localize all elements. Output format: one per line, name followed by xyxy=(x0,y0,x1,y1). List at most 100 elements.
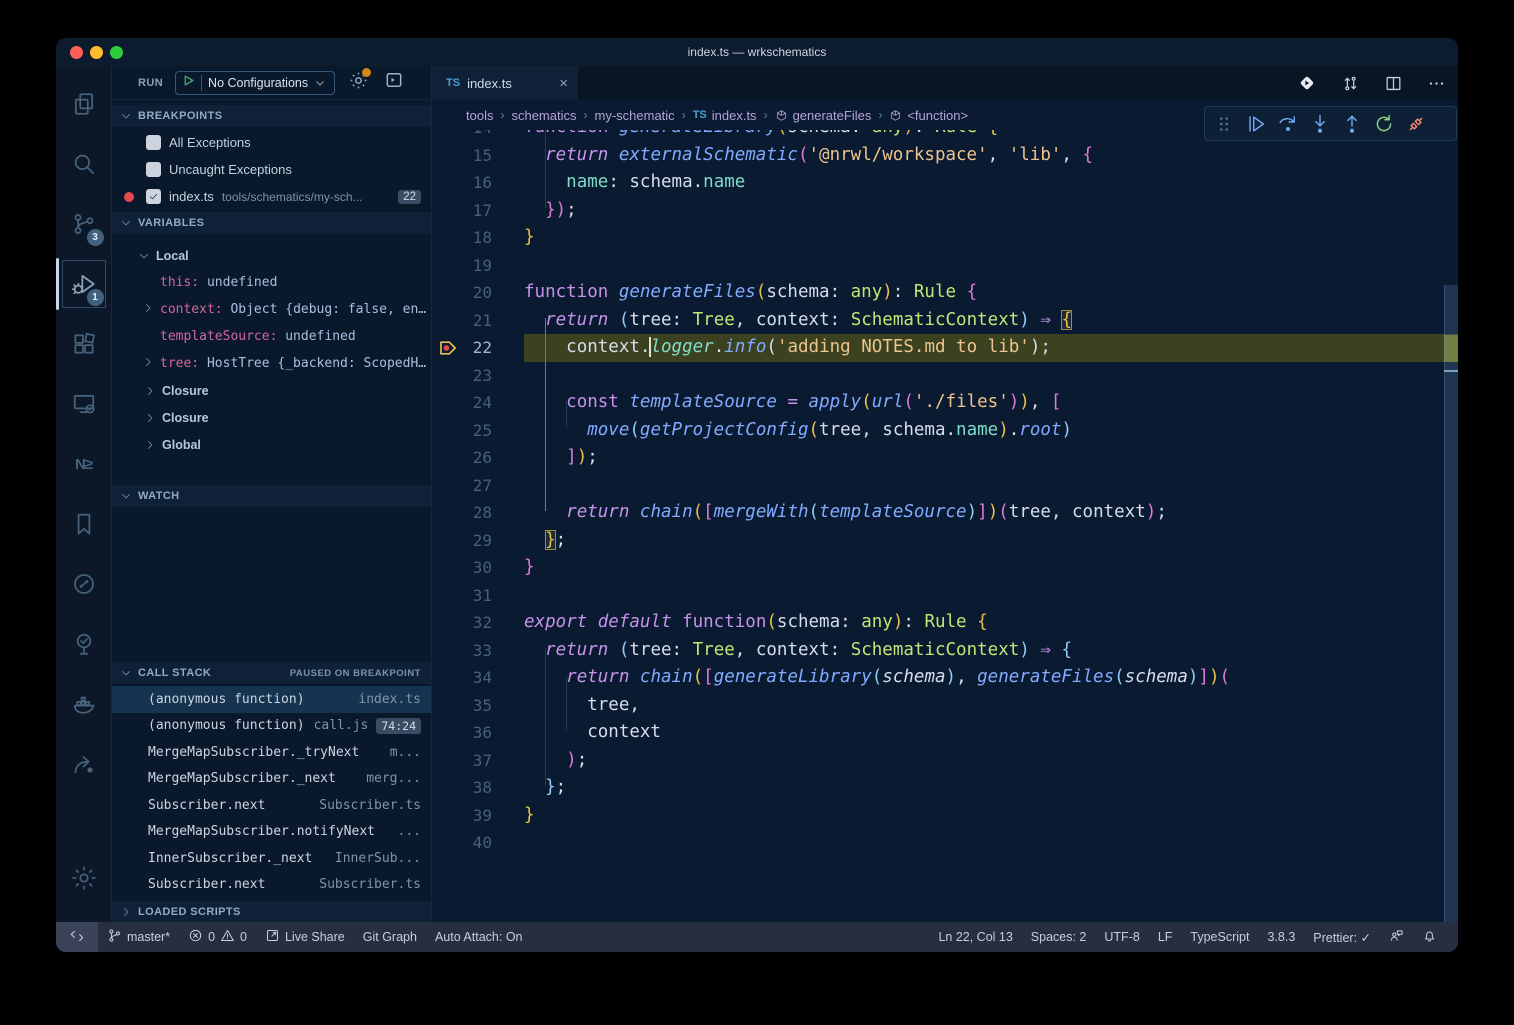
call-stack-frame[interactable]: InnerSubscriber._next InnerSub... xyxy=(112,845,431,872)
editor-gutter[interactable]: 30 xyxy=(432,554,524,582)
editor-gutter[interactable]: 34 xyxy=(432,664,524,692)
debug-settings-gear-icon[interactable] xyxy=(349,71,368,95)
debug-step-out-button[interactable] xyxy=(1341,113,1363,135)
editor-gutter[interactable]: 21 xyxy=(432,307,524,335)
code-line-23[interactable]: 23 xyxy=(432,362,1458,390)
code-line-21[interactable]: 21 return (tree: Tree, context: Schemati… xyxy=(432,307,1458,335)
breadcrumb-item[interactable]: TSindex.ts xyxy=(693,108,757,123)
section-header-watch[interactable]: WATCH xyxy=(112,485,431,507)
editor-gutter[interactable]: 27 xyxy=(432,472,524,500)
statusbar-spaces-2[interactable]: Spaces: 2 xyxy=(1022,922,1096,952)
code-line-32[interactable]: 32 export default function(schema: any):… xyxy=(432,609,1458,637)
activity-extensions-icon[interactable] xyxy=(60,314,108,374)
editor-gutter[interactable]: 35 xyxy=(432,692,524,720)
code-line-18[interactable]: 18 } xyxy=(432,224,1458,252)
activity-run-debug-icon[interactable]: 1 xyxy=(60,254,108,314)
code-line-36[interactable]: 36 context xyxy=(432,719,1458,747)
code-line-24[interactable]: 24 const templateSource = apply(url('./f… xyxy=(432,389,1458,417)
debug-step-into-button[interactable] xyxy=(1309,113,1331,135)
close-window-button[interactable] xyxy=(70,46,83,59)
editor-gutter[interactable]: 15 xyxy=(432,142,524,170)
editor-scrollbar[interactable] xyxy=(1444,130,1458,922)
editor-gutter[interactable]: 14 xyxy=(432,130,524,142)
code-line-33[interactable]: 33 return (tree: Tree, context: Schemati… xyxy=(432,637,1458,665)
debug-disconnect-button[interactable] xyxy=(1405,113,1427,135)
paused-breakpoint-icon[interactable] xyxy=(438,338,459,363)
section-header-breakpoints[interactable]: BREAKPOINTS xyxy=(112,105,431,127)
breadcrumb-item[interactable]: schematics xyxy=(511,108,576,123)
code-line-28[interactable]: 28 return chain([mergeWith(templateSourc… xyxy=(432,499,1458,527)
activity-timeline-icon[interactable] xyxy=(60,554,108,614)
toolbar-grip-icon[interactable] xyxy=(1213,113,1235,135)
call-stack-frame[interactable]: (anonymous function) call.js 74:24 xyxy=(112,713,431,740)
variable-row[interactable]: this: undefined xyxy=(112,269,431,296)
code-line-25[interactable]: 25 move(getProjectConfig(tree, schema.na… xyxy=(432,417,1458,445)
activity-source-control-icon[interactable]: 3 xyxy=(60,194,108,254)
debug-step-over-button[interactable] xyxy=(1277,113,1299,135)
editor-gutter[interactable]: 22 xyxy=(432,334,524,362)
statusbar-ln-22-col-13[interactable]: Ln 22, Col 13 xyxy=(929,922,1021,952)
breadcrumb-item[interactable]: tools xyxy=(466,108,493,123)
code-line-26[interactable]: 26 ]); xyxy=(432,444,1458,472)
variable-scope-closure[interactable]: Closure xyxy=(112,404,431,431)
chevron-right-icon[interactable] xyxy=(142,356,154,372)
variable-row[interactable]: templateSource: undefined xyxy=(112,323,431,350)
editor-gutter[interactable]: 36 xyxy=(432,719,524,747)
statusbar-auto-attach-on[interactable]: Auto Attach: On xyxy=(426,922,532,952)
code-line-38[interactable]: 38 }; xyxy=(432,774,1458,802)
variable-scope-local[interactable]: Local xyxy=(112,242,431,269)
code-line-17[interactable]: 17 }); xyxy=(432,197,1458,225)
code-line-34[interactable]: 34 return chain([generateLibrary(schema)… xyxy=(432,664,1458,692)
editor-gutter[interactable]: 29 xyxy=(432,527,524,555)
statusbar-typescript[interactable]: TypeScript xyxy=(1181,922,1258,952)
call-stack-frame[interactable]: (anonymous function) index.ts xyxy=(112,686,431,713)
statusbar-master-[interactable]: master* xyxy=(98,922,179,952)
activity-search-icon[interactable] xyxy=(60,134,108,194)
tab-index-ts[interactable]: TS index.ts × xyxy=(432,66,578,100)
editor-gutter[interactable]: 18 xyxy=(432,224,524,252)
statusbar-prettier-[interactable]: Prettier: ✓ xyxy=(1304,922,1380,952)
debug-config-dropdown[interactable]: No Configurations xyxy=(175,71,335,95)
code-line-35[interactable]: 35 tree, xyxy=(432,692,1458,720)
call-stack-frame[interactable]: MergeMapSubscriber.notifyNext ... xyxy=(112,819,431,846)
remote-indicator[interactable] xyxy=(56,922,98,952)
variable-row[interactable]: context: Object {debug: false, en… xyxy=(112,296,431,323)
activity-live-share-icon[interactable] xyxy=(60,734,108,794)
statusbar-3-8-3[interactable]: 3.8.3 xyxy=(1258,922,1304,952)
scrollbar-slider[interactable] xyxy=(1444,285,1458,922)
open-changes-icon[interactable] xyxy=(1341,74,1360,93)
statusbar-live-share[interactable]: Live Share xyxy=(256,922,354,952)
editor-gutter[interactable]: 40 xyxy=(432,829,524,857)
breakpoint-checkbox[interactable] xyxy=(146,162,161,177)
zoom-window-button[interactable] xyxy=(110,46,123,59)
editor-gutter[interactable]: 20 xyxy=(432,279,524,307)
section-header-call-stack[interactable]: CALL STACKPAUSED ON BREAKPOINT xyxy=(112,662,431,684)
breakpoint-item[interactable]: Uncaught Exceptions xyxy=(112,156,431,183)
statusbar-bell[interactable] xyxy=(1413,922,1446,952)
editor-gutter[interactable]: 16 xyxy=(432,169,524,197)
chevron-right-icon[interactable] xyxy=(142,302,154,318)
editor-gutter[interactable]: 33 xyxy=(432,637,524,665)
activity-remote-explorer-icon[interactable] xyxy=(60,374,108,434)
editor-gutter[interactable]: 38 xyxy=(432,774,524,802)
activity-settings-icon[interactable] xyxy=(60,848,108,908)
variable-scope-closure[interactable]: Closure xyxy=(112,377,431,404)
variable-row[interactable]: tree: HostTree {_backend: ScopedH… xyxy=(112,350,431,377)
start-debug-icon[interactable] xyxy=(182,74,195,92)
minimize-window-button[interactable] xyxy=(90,46,103,59)
editor-gutter[interactable]: 26 xyxy=(432,444,524,472)
code-line-20[interactable]: 20 function generateFiles(schema: any): … xyxy=(432,279,1458,307)
editor-gutter[interactable]: 25 xyxy=(432,417,524,445)
code-line-29[interactable]: 29 }; xyxy=(432,527,1458,555)
activity-test-explorer-icon[interactable] xyxy=(60,614,108,674)
call-stack-frame[interactable]: MergeMapSubscriber._tryNext m... xyxy=(112,739,431,766)
editor-gutter[interactable]: 37 xyxy=(432,747,524,775)
section-header-variables[interactable]: VARIABLES xyxy=(112,212,431,234)
activity-explorer-icon[interactable] xyxy=(60,74,108,134)
breadcrumb-item[interactable]: my-schematic xyxy=(595,108,675,123)
code-line-27[interactable]: 27 xyxy=(432,472,1458,500)
debug-restart-button[interactable] xyxy=(1373,113,1395,135)
editor-gutter[interactable]: 19 xyxy=(432,252,524,280)
call-stack-frame[interactable]: MergeMapSubscriber._next merg... xyxy=(112,766,431,793)
editor-gutter[interactable]: 23 xyxy=(432,362,524,390)
